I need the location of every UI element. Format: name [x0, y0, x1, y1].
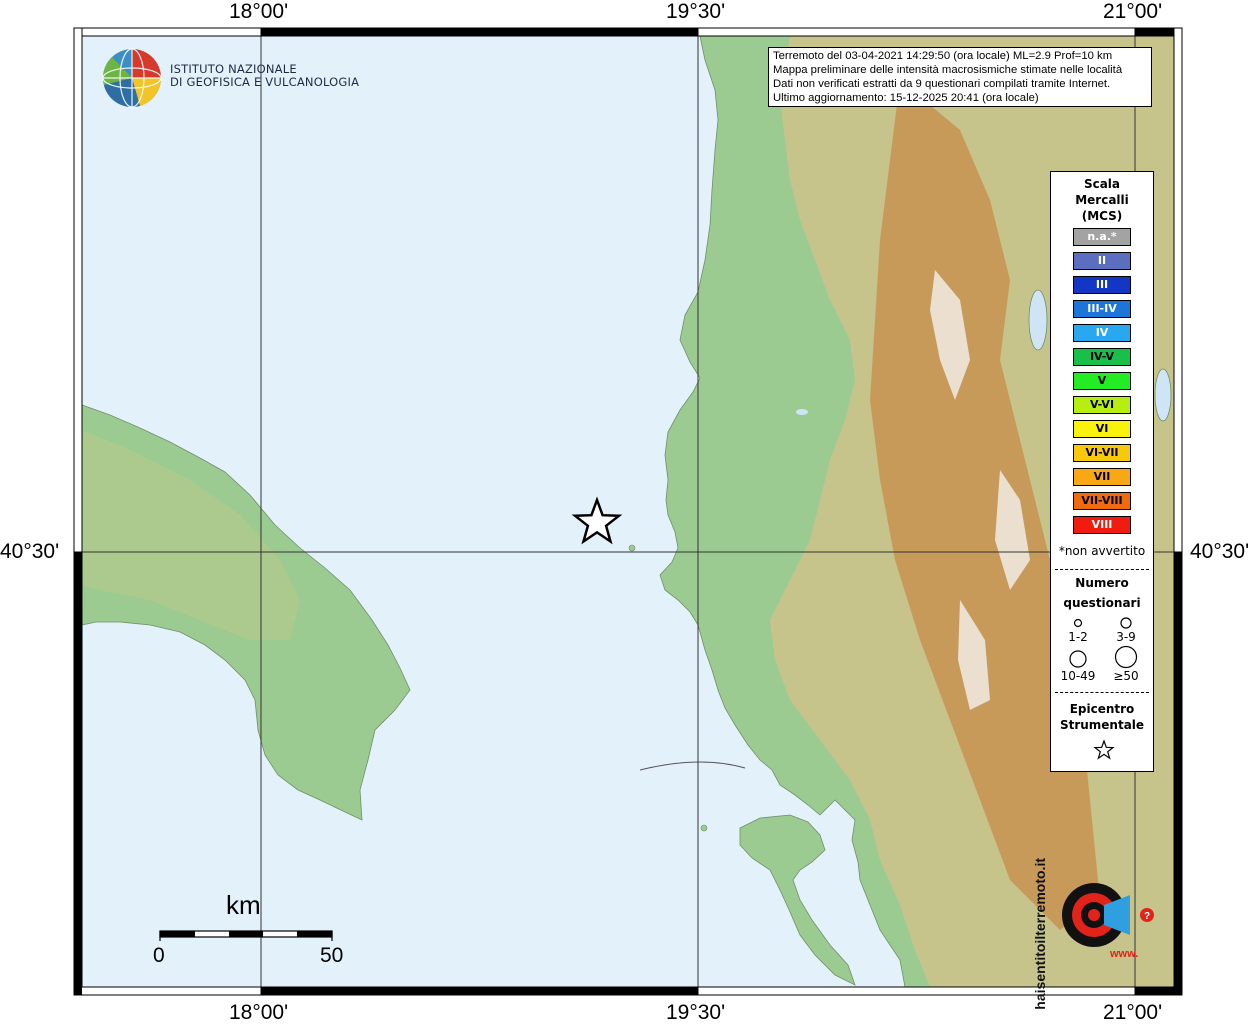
intensity-swatch: V-VI [1073, 396, 1131, 414]
legend-title: Scala Mercalli (MCS) [1051, 176, 1153, 224]
intensity-swatch: II [1073, 252, 1131, 270]
legend-star-icon [1093, 739, 1115, 760]
legend-divider-2 [1055, 692, 1149, 693]
lon-label-bottom-2: 19°30' [666, 1001, 726, 1024]
intensity-swatch: VI [1073, 420, 1131, 438]
lon-label-top-3: 21°00' [1103, 0, 1163, 23]
not-felt-note: *non avvertito [1058, 544, 1146, 558]
intensity-swatch: IV-V [1073, 348, 1131, 366]
intensity-swatch: VII-VIII [1073, 492, 1131, 510]
count-label-1: 1-2 [1068, 630, 1088, 644]
legend-title-3: (MCS) [1081, 209, 1123, 223]
logo-line-2: DI GEOFISICA E VULCANOLOGIA [170, 75, 360, 89]
count-label-2: 3-9 [1116, 630, 1136, 644]
event-info-line-1: Terremoto del 03-04-2021 14:29:50 (ora l… [773, 50, 1113, 62]
islet [700, 824, 708, 832]
legend-title-1: Scala [1083, 177, 1121, 191]
brand-www: www. [1110, 948, 1139, 960]
small-lake [796, 409, 808, 415]
scale-max: 50 [320, 944, 344, 967]
brand-ring-text: haisentitoilterremoto.it [1032, 858, 1048, 1010]
epicenter-title-1: Epicentro [1069, 702, 1135, 716]
count-title-1: Numero [1075, 576, 1129, 590]
lon-label-bottom-3: 21°00' [1103, 1001, 1163, 1024]
scale-unit: km [226, 890, 261, 920]
count-symbol-3 [1069, 650, 1087, 668]
lake-ohrid [1028, 289, 1048, 351]
intensity-swatch: n.a.* [1073, 228, 1131, 246]
svg-text:?: ? [1144, 911, 1150, 922]
legend-title-2: Mercalli [1075, 193, 1129, 207]
intensity-swatch: VIII [1073, 516, 1131, 534]
intensity-swatch: III [1073, 276, 1131, 294]
intensity-swatch: VI-VII [1073, 444, 1131, 462]
lat-label-right: 40°30' [1190, 540, 1250, 563]
count-label-4: ≥50 [1113, 669, 1139, 683]
event-info-line-3: Dati non verificati estratti da 9 questi… [773, 78, 1111, 90]
epicenter-title-2: Strumentale [1059, 718, 1145, 732]
intensity-swatch: V [1073, 372, 1131, 390]
islet-sazan [628, 544, 636, 552]
lake-prespa [1154, 368, 1172, 422]
intensity-swatch: III-IV [1073, 300, 1131, 318]
lat-label-left: 40°30' [0, 540, 60, 563]
intensity-swatch: IV [1073, 324, 1131, 342]
scale-zero: 0 [153, 944, 165, 967]
count-label-3: 10-49 [1060, 669, 1096, 683]
legend-divider-1 [1055, 569, 1149, 570]
event-info-line-2: Mappa preliminare delle intensità macros… [773, 64, 1123, 76]
count-title-2: questionari [1063, 596, 1141, 610]
event-info-line-4: Ultimo aggiornamento: 15-12-2025 20:41 (… [773, 92, 1039, 104]
count-symbol-1 [1073, 618, 1083, 628]
legend-panel: Scala Mercalli (MCS) n.a.* II III III-IV IV I… [1050, 171, 1154, 772]
count-symbol-2 [1120, 617, 1132, 629]
ingv-logo-text: ISTITUTO NAZIONALE DI GEOFISICA E VULCAN… [170, 63, 359, 89]
event-info-box: Terremoto del 03-04-2021 14:29:50 (ora l… [768, 47, 1152, 107]
lon-label-top-1: 18°00' [229, 0, 289, 23]
intensity-swatch: VII [1073, 468, 1131, 486]
lon-label-top-2: 19°30' [666, 0, 726, 23]
ingv-logo-icon [102, 48, 162, 108]
lon-label-bottom-1: 18°00' [229, 1001, 289, 1024]
count-symbol-4 [1114, 645, 1138, 669]
